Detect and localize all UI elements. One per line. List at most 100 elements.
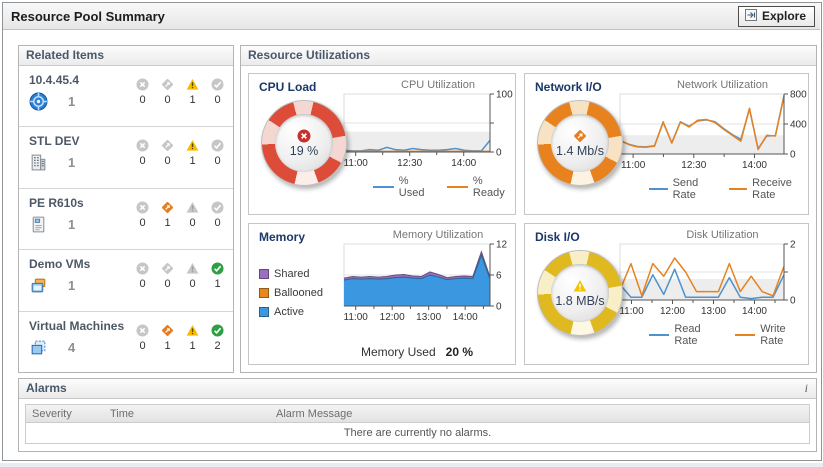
fatal-status-icon[interactable]: 0 [133, 139, 152, 187]
resource-utilizations-panel: Resource Utilizations CPU Load 19 % CPU … [240, 45, 817, 373]
ballooned-legend-swatch [259, 288, 269, 298]
normal-status-icon[interactable]: 0 [208, 78, 227, 126]
title-bar: Resource Pool Summary Explore [3, 3, 820, 30]
svg-text:12:30: 12:30 [681, 160, 706, 171]
related-item-row-host[interactable]: 10.4.45.4 1 0 0 1 0 [19, 66, 233, 126]
svg-text:2: 2 [790, 240, 796, 251]
resource-utilizations-header: Resource Utilizations [241, 46, 816, 66]
svg-text:12:30: 12:30 [397, 158, 422, 169]
svg-text:0: 0 [496, 302, 502, 313]
svg-text:14:00: 14:00 [741, 306, 766, 317]
related-item-name: Virtual Machines [29, 318, 125, 333]
svg-text:13:00: 13:00 [700, 306, 725, 317]
svg-text:800: 800 [790, 90, 807, 101]
normal-status-icon[interactable]: 2 [208, 324, 227, 372]
svg-text:0: 0 [790, 296, 796, 307]
virtual-machine-icon [29, 338, 48, 357]
network-chart-title: Network Utilization [676, 79, 769, 91]
critical-status-icon[interactable]: 1 [158, 324, 177, 372]
disk-io-title: Disk I/O [535, 230, 580, 244]
svg-text:14:00: 14:00 [741, 160, 766, 171]
disk-chart-title: Disk Utilization [686, 229, 759, 241]
fatal-status-icon[interactable]: 0 [133, 324, 152, 372]
normal-status-icon[interactable]: 0 [208, 139, 227, 187]
warning-status-icon[interactable]: 0 [183, 262, 202, 310]
fatal-status-icon [297, 129, 311, 143]
memory-chart-title: Memory Utilization [392, 229, 484, 241]
disk-io-value: 1.8 MB/s [555, 293, 605, 308]
critical-status-icon[interactable]: 1 [158, 201, 177, 249]
network-io-value: 1.4 Mb/s [556, 143, 604, 158]
related-item-name: STL DEV [29, 134, 80, 149]
resource-pool-icon [29, 276, 48, 295]
related-item-name: PE R610s [29, 195, 84, 210]
footer-strip [0, 463, 823, 467]
esx-host-icon [29, 92, 48, 111]
related-item-row-virtual-machines[interactable]: Virtual Machines 4 0 1 1 2 [19, 310, 233, 372]
cpu-load-title: CPU Load [259, 80, 317, 94]
network-io-gauge[interactable]: 1.4 Mb/s [537, 100, 623, 186]
critical-status-icon [573, 129, 587, 143]
severity-column-header[interactable]: Severity [26, 408, 104, 420]
svg-text:0: 0 [496, 148, 502, 159]
svg-text:11:00: 11:00 [620, 160, 645, 171]
related-item-row-cluster[interactable]: PE R610s 1 0 1 0 0 [19, 187, 233, 249]
memory-title: Memory [259, 230, 306, 244]
related-item-count: 1 [68, 216, 76, 232]
related-item-count: 1 [68, 94, 76, 109]
cpu-load-gauge[interactable]: 19 % [261, 100, 347, 186]
svg-text:11:00: 11:00 [619, 306, 644, 317]
svg-text:100: 100 [496, 90, 513, 101]
normal-status-icon[interactable]: 0 [208, 201, 227, 249]
explore-icon [744, 8, 757, 24]
fatal-status-icon[interactable]: 0 [133, 262, 152, 310]
warning-status-icon[interactable]: 1 [183, 324, 202, 372]
read-legend-swatch [649, 334, 670, 336]
network-utilization-chart[interactable]: 0400800Kb/s11:0012:3014:00 [619, 90, 809, 176]
resource-pool-summary-page: Resource Pool Summary Explore Related It… [0, 0, 823, 467]
used-legend-swatch [373, 186, 394, 188]
warning-status-icon[interactable]: 1 [183, 78, 202, 126]
write-legend-swatch [734, 334, 756, 336]
memory-utilization-chart[interactable]: 0612GB11:0012:0013:0014:00 [343, 240, 515, 328]
related-item-count: 4 [68, 339, 76, 355]
svg-text:14:00: 14:00 [451, 158, 476, 169]
alarms-table: Severity Time Alarm Message There are cu… [25, 404, 810, 444]
normal-status-icon[interactable]: 1 [208, 262, 227, 310]
memory-quadrant: Memory Shared Ballooned Active Memory Ut… [248, 223, 516, 365]
svg-text:13:00: 13:00 [416, 312, 441, 323]
active-legend-swatch [259, 307, 269, 317]
fatal-status-icon[interactable]: 0 [133, 78, 152, 126]
svg-text:14:00: 14:00 [453, 312, 478, 323]
cpu-quadrant: CPU Load 19 % CPU Utilization 0100%11:00… [248, 73, 516, 215]
critical-status-icon[interactable]: 0 [158, 262, 177, 310]
critical-status-icon[interactable]: 0 [158, 78, 177, 126]
disk-io-gauge[interactable]: 1.8 MB/s [537, 250, 623, 336]
alarms-header: Alarms i [19, 379, 816, 399]
related-items-header: Related Items [19, 46, 233, 66]
send-legend-swatch [649, 188, 668, 190]
time-column-header[interactable]: Time [104, 408, 270, 420]
info-icon[interactable]: i [805, 379, 808, 398]
cluster-icon [29, 215, 48, 234]
memory-used-value: 20 % [445, 345, 474, 359]
critical-status-icon[interactable]: 0 [158, 139, 177, 187]
page-title: Resource Pool Summary [11, 8, 165, 24]
related-item-name: 10.4.45.4 [29, 73, 80, 87]
cpu-utilization-chart[interactable]: 0100%11:0012:3014:00 [343, 90, 515, 174]
datacenter-icon [29, 153, 48, 172]
related-item-row-resource-pool[interactable]: Demo VMs 1 0 0 0 1 [19, 249, 233, 310]
cpu-load-value: 19 % [289, 143, 319, 158]
network-quadrant: Network I/O 1.4 Mb/s Network Utilization… [524, 73, 809, 215]
related-item-row-datacenter[interactable]: STL DEV 1 0 0 1 0 [19, 126, 233, 187]
disk-utilization-chart[interactable]: 02MB/s11:0012:0013:0014:00 [618, 240, 809, 322]
alarms-panel: Alarms i Severity Time Alarm Message The… [18, 378, 817, 452]
warning-status-icon[interactable]: 0 [183, 201, 202, 249]
explore-button[interactable]: Explore [737, 5, 815, 27]
related-item-count: 1 [68, 278, 76, 294]
disk-quadrant: Disk I/O 1.8 MB/s Disk Utilization 02MB/… [524, 223, 809, 365]
fatal-status-icon[interactable]: 0 [133, 201, 152, 249]
ready-legend-swatch [447, 186, 468, 188]
warning-status-icon[interactable]: 1 [183, 139, 202, 187]
alarm-message-column-header[interactable]: Alarm Message [270, 408, 809, 420]
